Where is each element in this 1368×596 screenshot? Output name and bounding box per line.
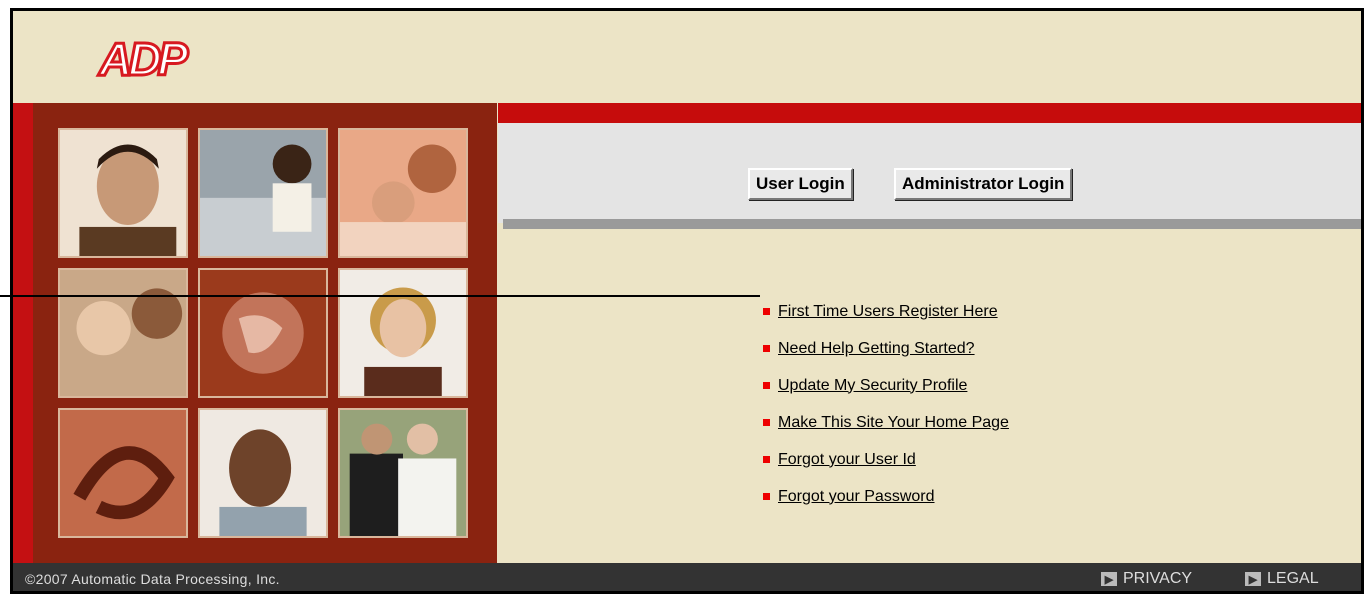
photo-woman-smiling [338,268,468,398]
privacy-link[interactable]: ▶ PRIVACY [1101,570,1192,588]
photo-globe [198,268,328,398]
legal-link[interactable]: ▶ LEGAL [1245,570,1319,588]
annotation-pointer-line [0,295,760,297]
forgot-user-id-link[interactable]: Forgot your User Id [778,451,916,469]
photo-grid [58,128,468,538]
help-getting-started-link[interactable]: Need Help Getting Started? [778,340,975,358]
update-security-profile-link[interactable]: Update My Security Profile [778,377,967,395]
user-login-button[interactable]: User Login [748,168,853,200]
photo-panel [33,103,497,563]
bullet-icon [763,345,770,352]
svg-text:ADP: ADP [98,33,188,85]
gray-divider-bar [503,219,1361,229]
footer-bar: ©2007 Automatic Data Processing, Inc. ▶ … [13,563,1361,591]
arrow-right-icon: ▶ [1245,572,1261,586]
bullet-icon [763,493,770,500]
photo-couple [338,128,468,258]
legal-label: LEGAL [1267,570,1319,587]
red-accent-bar [498,103,1361,123]
page-frame: ADP User Login Administrator Login First… [10,8,1364,594]
bullet-icon [763,456,770,463]
left-red-band [13,103,33,563]
link-home-page: Make This Site Your Home Page [763,404,1009,441]
copyright-text: ©2007 Automatic Data Processing, Inc. [25,571,280,587]
bullet-icon [763,419,770,426]
link-forgot-password: Forgot your Password [763,478,1009,515]
arrow-right-icon: ▶ [1101,572,1117,586]
photo-older-man [198,408,328,538]
link-update-security: Update My Security Profile [763,367,1009,404]
photo-woman-computer [198,128,328,258]
link-forgot-user-id: Forgot your User Id [763,441,1009,478]
privacy-label: PRIVACY [1123,570,1193,587]
login-band: User Login Administrator Login [498,123,1361,223]
login-panel: User Login Administrator Login First Tim… [498,103,1361,563]
photo-man-portrait [58,128,188,258]
bullet-icon [763,308,770,315]
header-bar: ADP [13,11,1361,103]
adp-logo[interactable]: ADP [95,31,205,87]
first-time-register-link[interactable]: First Time Users Register Here [778,303,998,321]
help-links: First Time Users Register Here Need Help… [763,293,1009,515]
link-help-getting-started: Need Help Getting Started? [763,330,1009,367]
link-first-time-register: First Time Users Register Here [763,293,1009,330]
bullet-icon [763,382,770,389]
photo-abstract-ribbon [58,408,188,538]
photo-wedding-couple [338,408,468,538]
administrator-login-button[interactable]: Administrator Login [894,168,1073,200]
photo-father-baby [58,268,188,398]
forgot-password-link[interactable]: Forgot your Password [778,488,935,506]
make-home-page-link[interactable]: Make This Site Your Home Page [778,414,1009,432]
